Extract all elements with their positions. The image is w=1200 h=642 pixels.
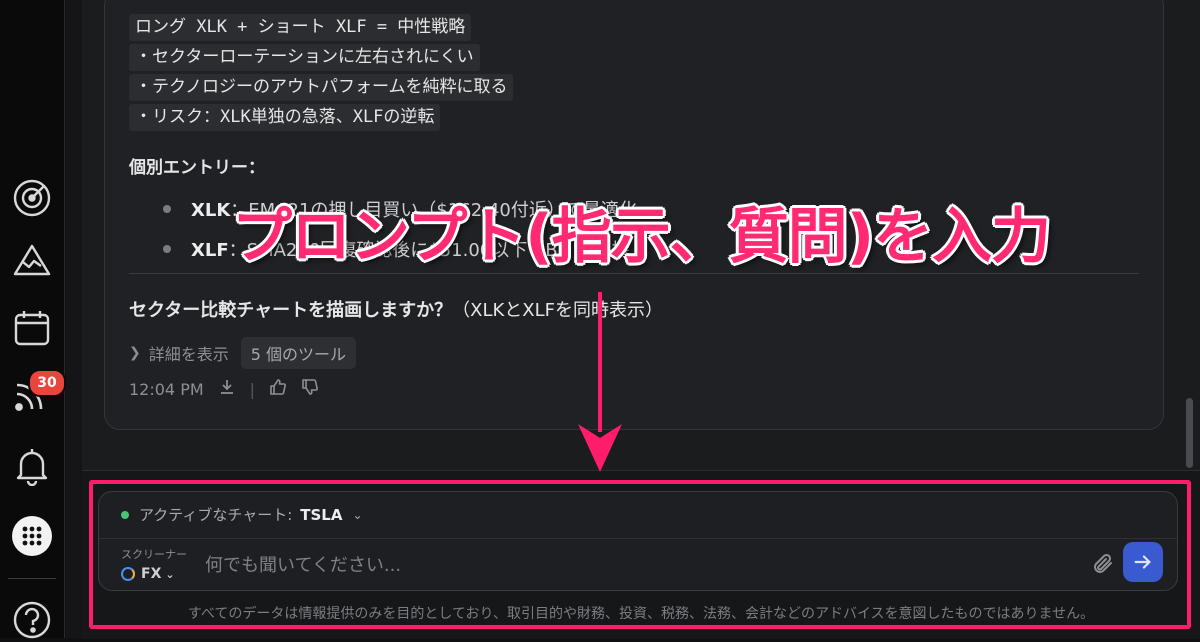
annotation-label: プロンプト(指示、質問)を入力 [232, 202, 1051, 272]
question-rest: （XLKとXLFを同時表示） [452, 300, 663, 321]
help-icon[interactable] [10, 598, 54, 642]
details-row: ❯ 詳細を表示 5 個のツール [129, 337, 357, 369]
question-bold: セクター比較チャートを描画しますか？ [129, 300, 453, 321]
code-line: ・テクノロジーのアウトパフォームを純粋に取る [129, 74, 514, 101]
bullet-dot [163, 205, 171, 213]
thumbs-up-icon[interactable] [269, 378, 287, 400]
rail-divider [8, 578, 56, 579]
code-line: ロング XLK + ショート XLF = 中性戦略 [129, 14, 472, 41]
bell-icon[interactable] [10, 444, 54, 488]
entry-ticker: XLF [191, 240, 229, 261]
entry-heading: 個別エントリー： [129, 158, 265, 178]
notification-badge: 30 [28, 369, 66, 397]
bullet-dot [163, 245, 171, 253]
thumbs-down-icon[interactable] [301, 378, 319, 400]
code-line: ・リスク：XLK単独の急落、XLFの逆転 [129, 104, 441, 131]
code-line: ・セクターローテーションに左右されにくい [129, 44, 480, 71]
meta-separator: | [249, 379, 256, 399]
tools-count-chip[interactable]: 5 個のツール [240, 337, 357, 369]
calendar-icon[interactable] [10, 306, 54, 350]
left-rail: 30 [0, 0, 66, 639]
chevron-right-icon[interactable]: ❯ [129, 345, 141, 361]
annotation-highlight-box [89, 480, 1191, 629]
radar-icon[interactable] [10, 176, 54, 220]
message-meta: 12:04 PM | [129, 378, 319, 400]
scrollbar-thumb[interactable] [1186, 398, 1193, 468]
entry-ticker: XLK [191, 200, 231, 221]
apps-grid-icon[interactable] [10, 514, 54, 558]
show-details-link[interactable]: 詳細を表示 [149, 341, 229, 365]
annotation-arrow [578, 292, 622, 472]
download-icon[interactable] [218, 378, 236, 400]
panel-gutter [66, 0, 82, 638]
message-timestamp: 12:04 PM [129, 379, 204, 399]
mountain-icon[interactable] [10, 238, 54, 282]
